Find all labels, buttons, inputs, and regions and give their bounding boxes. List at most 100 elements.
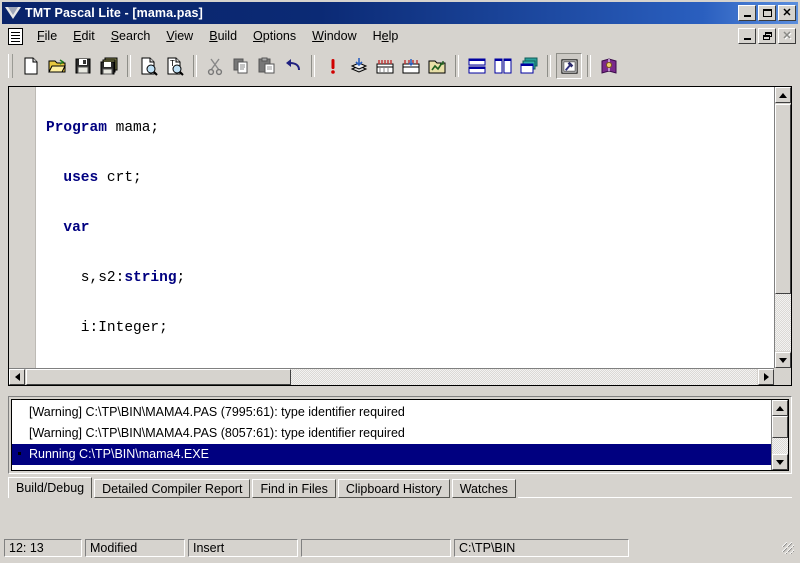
editor-vertical-scrollbar[interactable]	[774, 87, 791, 368]
toolbar-separator	[547, 55, 551, 77]
tab-clipboard-history[interactable]: Clipboard History	[337, 479, 450, 498]
menu-item-search[interactable]: Search	[103, 26, 159, 46]
maximize-button[interactable]	[758, 5, 776, 21]
editor-horizontal-scrollbar[interactable]	[9, 368, 774, 385]
scroll-up-button[interactable]	[775, 87, 791, 103]
scroll-left-button[interactable]	[9, 369, 25, 385]
help-book-icon[interactable]	[596, 53, 622, 79]
scroll-thumb[interactable]	[26, 369, 291, 385]
bottom-tab-bar: Build/Debug Detailed Compiler Report Fin…	[8, 476, 792, 498]
output-vertical-scrollbar[interactable]	[771, 400, 788, 470]
code-line: uses crt;	[46, 166, 774, 191]
menu-item-file[interactable]: File	[29, 26, 65, 46]
print-preview-icon[interactable]	[136, 53, 162, 79]
tab-label: Detailed Compiler Report	[102, 482, 243, 496]
code-token: uses	[63, 170, 99, 186]
menu-item-options[interactable]: Options	[245, 26, 304, 46]
undo-icon[interactable]	[280, 53, 306, 79]
print-preview-text-icon[interactable]: T	[162, 53, 188, 79]
run-icon[interactable]	[320, 53, 346, 79]
menu-file-mnemonic: F	[37, 29, 45, 43]
toolbar-separator	[587, 55, 591, 77]
output-row-selected[interactable]: Running C:\TP\BIN\mama4.EXE	[12, 444, 771, 465]
code-editor[interactable]: Program mama; uses crt; var s,s2:string;…	[36, 87, 774, 368]
mdi-minimize-button[interactable]	[738, 28, 756, 44]
close-button[interactable]: ✕	[778, 5, 796, 21]
save-all-icon[interactable]	[96, 53, 122, 79]
cascade-icon[interactable]	[516, 53, 542, 79]
menu-item-help[interactable]: Help	[365, 26, 407, 46]
scroll-thumb[interactable]	[775, 104, 791, 294]
copy-icon[interactable]	[228, 53, 254, 79]
code-token: i:Integer;	[46, 320, 168, 336]
toolbar-grip[interactable]	[8, 54, 13, 78]
mdi-close-button: ✕	[778, 28, 796, 44]
build-all-icon[interactable]	[398, 53, 424, 79]
tab-detailed-compiler-report[interactable]: Detailed Compiler Report	[94, 479, 251, 498]
menu-bar: File Edit Search View Build Options Wind…	[2, 24, 798, 48]
menu-item-window[interactable]: Window	[304, 26, 364, 46]
code-token: mama;	[106, 120, 160, 136]
scrollbar-corner	[774, 368, 791, 385]
code-token: ;	[176, 270, 186, 286]
tab-label: Find in Files	[260, 482, 328, 496]
cut-icon[interactable]	[202, 53, 228, 79]
toolbar-separator	[127, 55, 131, 77]
tab-find-in-files[interactable]: Find in Files	[252, 479, 336, 498]
tile-horizontal-icon[interactable]	[464, 53, 490, 79]
menu-item-build[interactable]: Build	[201, 26, 245, 46]
code-line: Program mama;	[46, 116, 774, 141]
tab-filler	[517, 478, 792, 498]
code-token: Program	[46, 120, 107, 136]
new-file-icon[interactable]	[18, 53, 44, 79]
mdi-window-controls: ✕	[738, 28, 796, 44]
scroll-down-button[interactable]	[775, 352, 791, 368]
code-token: string	[124, 270, 177, 286]
menu-view-rest: iew	[174, 29, 194, 43]
scroll-up-button[interactable]	[772, 400, 788, 416]
tile-vertical-icon[interactable]	[490, 53, 516, 79]
menu-help-rest: lp	[388, 29, 399, 43]
editor-gutter[interactable]	[9, 87, 36, 385]
scroll-down-button[interactable]	[772, 454, 788, 470]
resize-grip[interactable]	[780, 540, 796, 556]
output-list-box[interactable]: [Warning] C:\TP\BIN\MAMA4.PAS (7995:61):…	[11, 399, 789, 471]
scroll-thumb[interactable]	[772, 416, 788, 438]
tab-watches[interactable]: Watches	[451, 479, 516, 498]
menu-edit-rest: dit	[81, 29, 95, 43]
minimize-button[interactable]	[738, 5, 756, 21]
document-icon	[8, 27, 23, 45]
menu-item-edit[interactable]: Edit	[65, 26, 103, 46]
save-icon[interactable]	[70, 53, 96, 79]
code-token: s,s2:	[46, 270, 125, 286]
paste-icon[interactable]	[254, 53, 280, 79]
status-modified-state: Modified	[85, 539, 185, 557]
window-controls: ✕	[738, 5, 796, 21]
open-folder-icon[interactable]	[44, 53, 70, 79]
menu-build-mnemonic: B	[209, 29, 218, 43]
scroll-right-button[interactable]	[758, 369, 774, 385]
tab-build-debug[interactable]: Build/Debug	[8, 477, 93, 498]
output-row[interactable]: [Warning] C:\TP\BIN\MAMA4.PAS (7995:61):…	[12, 402, 771, 423]
client-area: Program mama; uses crt; var s,s2:string;…	[4, 84, 796, 531]
toolbar: T	[2, 48, 798, 84]
tmt-triangle-icon	[5, 6, 21, 20]
application-window: TMT Pascal Lite - [mama.pas] ✕ File Edit…	[0, 0, 800, 563]
project-icon[interactable]	[424, 53, 450, 79]
compile-icon[interactable]	[346, 53, 372, 79]
code-line: s,s2:string;	[46, 266, 774, 291]
menu-build-rest: uild	[217, 29, 238, 43]
mdi-restore-button[interactable]	[758, 28, 776, 44]
status-insert-mode: Insert	[188, 539, 298, 557]
menu-search-mnemonic: S	[110, 29, 120, 43]
menu-window-rest: indow	[323, 29, 357, 43]
make-icon[interactable]	[372, 53, 398, 79]
debug-tool-icon[interactable]	[556, 53, 582, 79]
output-row[interactable]: [Warning] C:\TP\BIN\MAMA4.PAS (8057:61):…	[12, 423, 771, 444]
status-current-directory: C:\TP\BIN	[454, 539, 629, 557]
menu-item-view[interactable]: View	[158, 26, 201, 46]
tab-label: Clipboard History	[345, 482, 442, 496]
output-row-text: [Warning] C:\TP\BIN\MAMA4.PAS (8057:61):…	[29, 426, 405, 440]
